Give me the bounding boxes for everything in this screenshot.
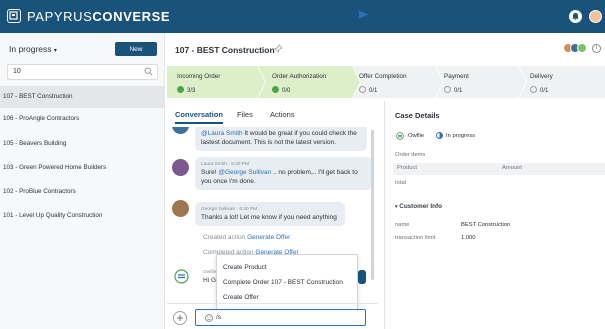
send-icon[interactable] [358, 10, 368, 19]
case-status: In progress [446, 133, 475, 139]
col-amount: Amount [502, 165, 522, 171]
message-composer [167, 303, 378, 329]
conversation-scrollbar[interactable] [371, 130, 374, 280]
in-progress-icon [436, 132, 443, 139]
suggestion-create-product[interactable]: Create Product [223, 264, 267, 271]
owner-bot-icon [396, 132, 404, 140]
command-suggestions-popup: Create Product Complete Order 107 - BEST… [216, 254, 358, 310]
tab-files[interactable]: Files [237, 110, 253, 119]
lead-item-101[interactable]: 101 - Level Up Quality Construction [0, 205, 164, 227]
stage-offer-completion[interactable]: Offer Completion 0/1 [353, 66, 443, 98]
suggestion-complete-order[interactable]: Complete Order 107 - BEST Construction [223, 279, 343, 286]
tab-conversation[interactable]: Conversation [175, 110, 223, 119]
lead-sidebar: In progress ▾ New 10 107 - BEST Construc… [0, 33, 165, 329]
logo-wordmark: PAPYRUSCONVERSE [27, 9, 171, 24]
avatar [172, 200, 189, 217]
stage-order-authorization[interactable]: Order Authorization 0/0 [258, 66, 360, 98]
check-circle-icon [272, 86, 279, 93]
top-bar: PAPYRUSCONVERSE [0, 0, 605, 33]
logo-icon [7, 9, 21, 23]
search-icon [144, 67, 153, 76]
total-label: total [395, 180, 406, 186]
pending-circle-icon [359, 86, 366, 93]
stage-progress-bar: Incoming Order 3/3 Order Authorization 0… [167, 66, 605, 98]
action-link[interactable]: Generate Offer [247, 234, 290, 241]
pending-circle-icon [444, 86, 451, 93]
lead-item-105[interactable]: 105 - Beavers Building [0, 133, 164, 155]
emoji-icon[interactable] [205, 314, 213, 322]
message-input[interactable] [195, 309, 366, 326]
status-filter-dropdown[interactable]: In progress ▾ [9, 44, 57, 54]
limit-label: transaction limit [395, 235, 436, 241]
name-value: BEST Construction [461, 222, 511, 228]
stage-incoming-order[interactable]: Incoming Order 3/3 [167, 66, 265, 98]
notification-bell-icon[interactable] [569, 10, 582, 23]
case-details-title: Case Details [395, 111, 440, 120]
lead-search-input[interactable]: 10 [7, 64, 158, 80]
new-lead-button[interactable]: New [115, 42, 157, 56]
message-bubble: @Laura Smith It would be great if you co… [195, 127, 367, 151]
active-tab-indicator [175, 122, 223, 124]
chevron-down-icon: ▾ [53, 48, 57, 54]
add-attachment-button[interactable] [173, 311, 187, 325]
tab-actions[interactable]: Actions [270, 110, 295, 119]
col-product: Product [397, 165, 417, 171]
action-event: Created action Generate Offer [203, 234, 291, 241]
lead-item-106[interactable]: 106 - ProAngle Contractors [0, 108, 164, 130]
name-label: name [395, 222, 410, 228]
order-items-header [393, 163, 605, 175]
stage-payment[interactable]: Payment 0/1 [436, 66, 526, 98]
message-bubble: Laura Smith · 6:40 PM Sure! @George Sull… [195, 157, 372, 190]
lead-item-102[interactable]: 102 - ProBlue Contractors [0, 181, 164, 203]
suggestion-create-offer[interactable]: Create Offer [223, 294, 259, 301]
user-avatar-icon[interactable] [589, 10, 602, 23]
stage-delivery[interactable]: Delivery 0/1 [519, 66, 605, 98]
avatar [172, 127, 189, 134]
avatar [577, 43, 587, 53]
chevron-down-icon: ▾ [395, 204, 398, 210]
lead-item-107[interactable]: 107 - BEST Construction [0, 86, 164, 108]
limit-value: 1,000 [461, 235, 476, 241]
case-details-panel: Case Details Owflie In progress Order it… [384, 101, 605, 329]
lead-item-103[interactable]: 103 - Green Powered Home Builders [0, 157, 164, 179]
plus-icon [177, 315, 183, 321]
avatar [172, 159, 189, 176]
check-circle-icon [177, 86, 184, 93]
info-icon[interactable]: i [592, 44, 601, 53]
page-title: 107 - BEST Construction [175, 45, 275, 55]
customer-info-toggle[interactable]: ▾ Customer Info [395, 203, 442, 210]
message-bubble: George Sullivan · 6:40 PM Thanks a lot! … [195, 202, 345, 226]
bot-name: Owflie [203, 270, 217, 275]
case-owner: Owflie [408, 133, 425, 139]
bot-avatar-icon [174, 269, 189, 284]
popup-edge-button[interactable] [358, 270, 366, 284]
pending-circle-icon [530, 86, 537, 93]
participant-avatars[interactable] [563, 43, 587, 54]
order-items-label: Order items [395, 152, 426, 158]
pin-icon[interactable] [274, 44, 283, 53]
